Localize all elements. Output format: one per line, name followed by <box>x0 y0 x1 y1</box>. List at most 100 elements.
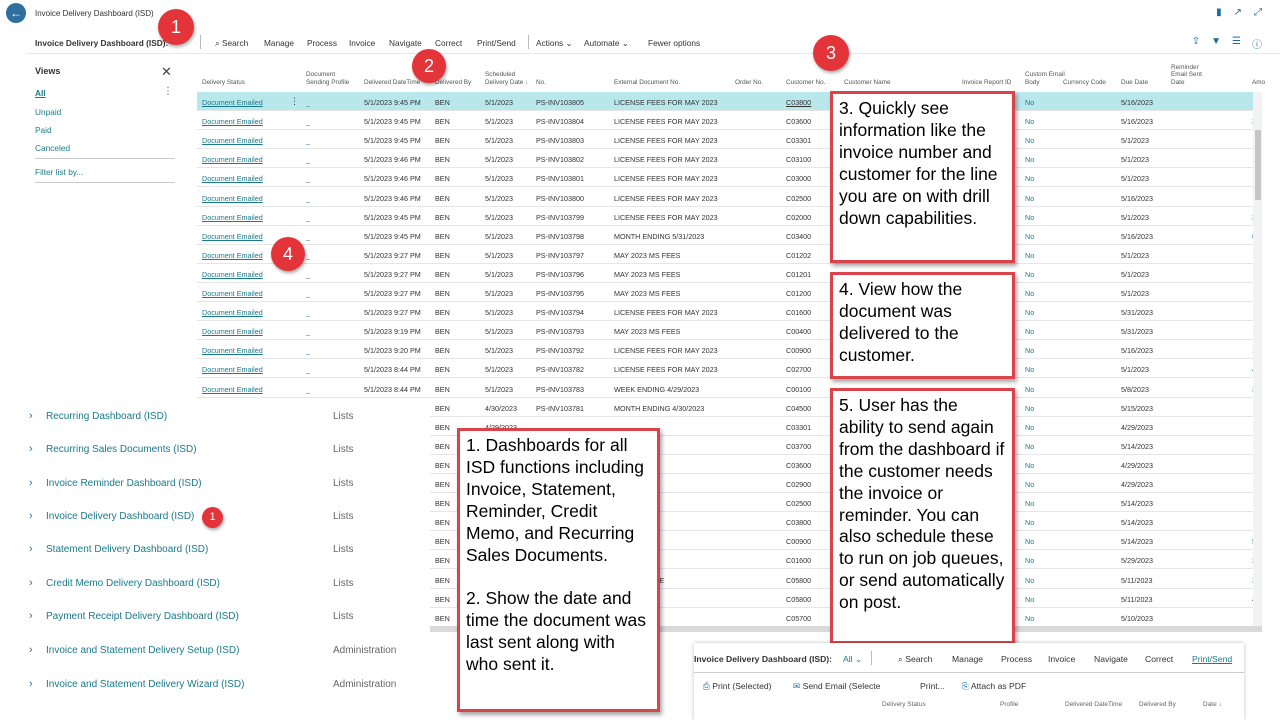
cell-cust[interactable]: C01201 <box>786 270 811 279</box>
cell-cust[interactable]: C03700 <box>786 442 811 451</box>
chevron-right-icon[interactable]: › <box>29 477 33 489</box>
column-header[interactable]: Currency Code <box>1063 79 1106 93</box>
list-item[interactable]: › Recurring Sales Documents (ISD) Lists <box>29 443 429 463</box>
navigate-button[interactable]: Navigate <box>389 38 422 48</box>
scrollbar-thumb[interactable] <box>1255 130 1261 200</box>
list-item[interactable]: › Credit Memo Delivery Dashboard (ISD) Lis… <box>29 577 429 597</box>
column-header[interactable]: Reminder Email Sent Date <box>1171 64 1215 93</box>
column-header[interactable]: Document Sending Profile <box>306 71 350 92</box>
table-row[interactable]: Document Emailed _ 5/1/2023 9:46 PM BEN 5/1/… <box>197 149 1257 169</box>
chevron-right-icon[interactable]: › <box>29 610 33 622</box>
bookmark-icon[interactable]: ▮ <box>1216 7 1222 18</box>
correct-button[interactable]: Correct <box>435 38 462 48</box>
chevron-right-icon[interactable]: › <box>29 644 33 656</box>
cell-status[interactable]: Document Emailed <box>202 385 263 394</box>
cell-status[interactable]: Document Emailed <box>202 270 263 279</box>
cell-no[interactable]: PS-INV103783 <box>536 385 584 394</box>
list-item[interactable]: › Recurring Dashboard (ISD) Lists <box>29 410 429 430</box>
cell-cust[interactable]: C00900 <box>786 537 811 546</box>
actions-menu[interactable]: Actions ⌄ <box>536 38 572 48</box>
cell-no[interactable]: PS-INV103801 <box>536 174 584 183</box>
cell-cust[interactable]: C03000 <box>786 174 811 183</box>
cell-no[interactable]: PS-INV103782 <box>536 365 584 374</box>
open-new-window-icon[interactable]: ↗ <box>1234 7 1242 18</box>
back-arrow-icon[interactable]: ← <box>6 3 26 23</box>
cell-cust[interactable]: C03600 <box>786 461 811 470</box>
cell-status[interactable]: Document Emailed <box>202 155 263 164</box>
cell-no[interactable]: PS-INV103803 <box>536 136 584 145</box>
table-row[interactable]: Document Emailed _ 5/1/2023 9:27 PM BEN 5/1/… <box>197 245 1257 264</box>
row-menu-icon[interactable]: ⋮ <box>290 96 299 107</box>
column-header[interactable]: Invoice Report ID <box>962 79 1011 93</box>
info-icon[interactable]: ⓘ <box>1252 36 1262 51</box>
list-item-name[interactable]: Recurring Sales Documents (ISD) <box>46 444 197 455</box>
column-header[interactable]: Customer Name <box>844 79 891 93</box>
cell-cust[interactable]: C00400 <box>786 327 811 336</box>
send-email-button[interactable]: ✉ Send Email (Selecte <box>793 681 880 692</box>
inset-invoice-button[interactable]: Invoice <box>1048 654 1075 664</box>
cell-cust[interactable]: C02000 <box>786 213 811 222</box>
cell-cust[interactable]: C02700 <box>786 365 811 374</box>
fewer-options-button[interactable]: Fewer options <box>648 38 700 48</box>
cell-cust[interactable]: C01200 <box>786 289 811 298</box>
cell-cust[interactable]: C01600 <box>786 556 811 565</box>
table-row[interactable]: Document Emailed _ 5/1/2023 9:45 PM BEN 5/1/… <box>197 92 1257 112</box>
cell-status[interactable]: Document Emailed <box>202 136 263 145</box>
cell-cust[interactable]: C03800 <box>786 98 811 107</box>
list-item[interactable]: › Invoice Delivery Dashboard (ISD) Lists <box>29 510 429 530</box>
share-icon[interactable]: ⇪ <box>1192 36 1200 51</box>
chevron-right-icon[interactable]: › <box>29 577 33 589</box>
cell-cust[interactable]: C00100 <box>786 385 811 394</box>
inset-manage-button[interactable]: Manage <box>952 654 983 664</box>
cell-cust[interactable]: C02900 <box>786 480 811 489</box>
search-button[interactable]: ⌕ Search <box>215 38 248 49</box>
cell-cust[interactable]: C05800 <box>786 576 811 585</box>
view-unpaid[interactable]: Unpaid <box>35 107 61 117</box>
table-row[interactable]: Document Emailed _ 5/1/2023 9:19 PM BEN 5/1/… <box>197 321 1257 341</box>
chevron-right-icon[interactable]: › <box>29 443 33 455</box>
cell-cust[interactable]: C02500 <box>786 499 811 508</box>
inset-search-button[interactable]: ⌕ Search <box>898 654 932 665</box>
cell-status[interactable]: Document Emailed <box>202 308 263 317</box>
column-header[interactable]: Due Date <box>1121 79 1148 93</box>
inset-correct-button[interactable]: Correct <box>1145 654 1173 664</box>
cell-status[interactable]: Document Emailed <box>202 289 263 298</box>
list-item[interactable]: › Invoice and Statement Delivery Setup (I… <box>29 644 429 664</box>
list-item-name[interactable]: Invoice and Statement Delivery Wizard (I… <box>46 679 244 690</box>
chevron-right-icon[interactable]: › <box>29 410 33 422</box>
more-options-icon[interactable]: ⋮ <box>163 86 173 97</box>
cell-status[interactable]: Document Emailed <box>202 98 263 107</box>
list-item[interactable]: › Statement Delivery Dashboard (ISD) Lists <box>29 543 429 563</box>
table-row[interactable]: Document Emailed _ 5/1/2023 9:20 PM BEN 5/1/… <box>197 340 1257 360</box>
inset-print-send-tab[interactable]: Print/Send <box>1192 654 1232 664</box>
manage-button[interactable]: Manage <box>264 38 294 48</box>
column-header[interactable]: Delivered By <box>435 79 471 93</box>
cell-no[interactable]: PS-INV103796 <box>536 270 584 279</box>
view-canceled[interactable]: Canceled <box>35 143 70 153</box>
list-item-name[interactable]: Invoice and Statement Delivery Setup (IS… <box>46 645 239 656</box>
cell-cust[interactable]: C03100 <box>786 155 811 164</box>
inset-navigate-button[interactable]: Navigate <box>1094 654 1128 664</box>
column-header[interactable]: No. <box>536 79 546 93</box>
column-header[interactable]: Scheduled Delivery Date ↓ <box>485 71 529 92</box>
process-button[interactable]: Process <box>307 38 337 48</box>
cell-no[interactable]: PS-INV103800 <box>536 194 584 203</box>
inset-view-select[interactable]: All ⌄ <box>843 654 862 665</box>
cell-cust[interactable]: C01202 <box>786 251 811 260</box>
column-header[interactable]: Amo <box>1252 79 1265 93</box>
cell-status[interactable]: Document Emailed <box>202 365 263 374</box>
cell-status[interactable]: Document Emailed <box>202 117 263 126</box>
table-row[interactable]: Document Emailed _ 5/1/2023 8:44 PM BEN 5/1/… <box>197 379 1257 398</box>
filter-icon[interactable]: ▼ <box>1211 36 1221 51</box>
list-item-name[interactable]: Credit Memo Delivery Dashboard (ISD) <box>46 578 220 589</box>
chevron-right-icon[interactable]: › <box>29 678 33 690</box>
list-item-name[interactable]: Payment Receipt Delivery Dashboard (ISD) <box>46 611 239 622</box>
cell-cust[interactable]: C03301 <box>786 136 811 145</box>
cell-no[interactable]: PS-INV103804 <box>536 117 584 126</box>
cell-cust[interactable]: C03800 <box>786 518 811 527</box>
list-item-name[interactable]: Invoice Delivery Dashboard (ISD) <box>46 511 194 522</box>
cell-no[interactable]: PS-INV103793 <box>536 327 584 336</box>
table-row[interactable]: Document Emailed _ 5/1/2023 9:45 PM BEN 5/1/… <box>197 130 1257 150</box>
list-item-name[interactable]: Statement Delivery Dashboard (ISD) <box>46 544 208 555</box>
cell-no[interactable]: PS-INV103799 <box>536 213 584 222</box>
